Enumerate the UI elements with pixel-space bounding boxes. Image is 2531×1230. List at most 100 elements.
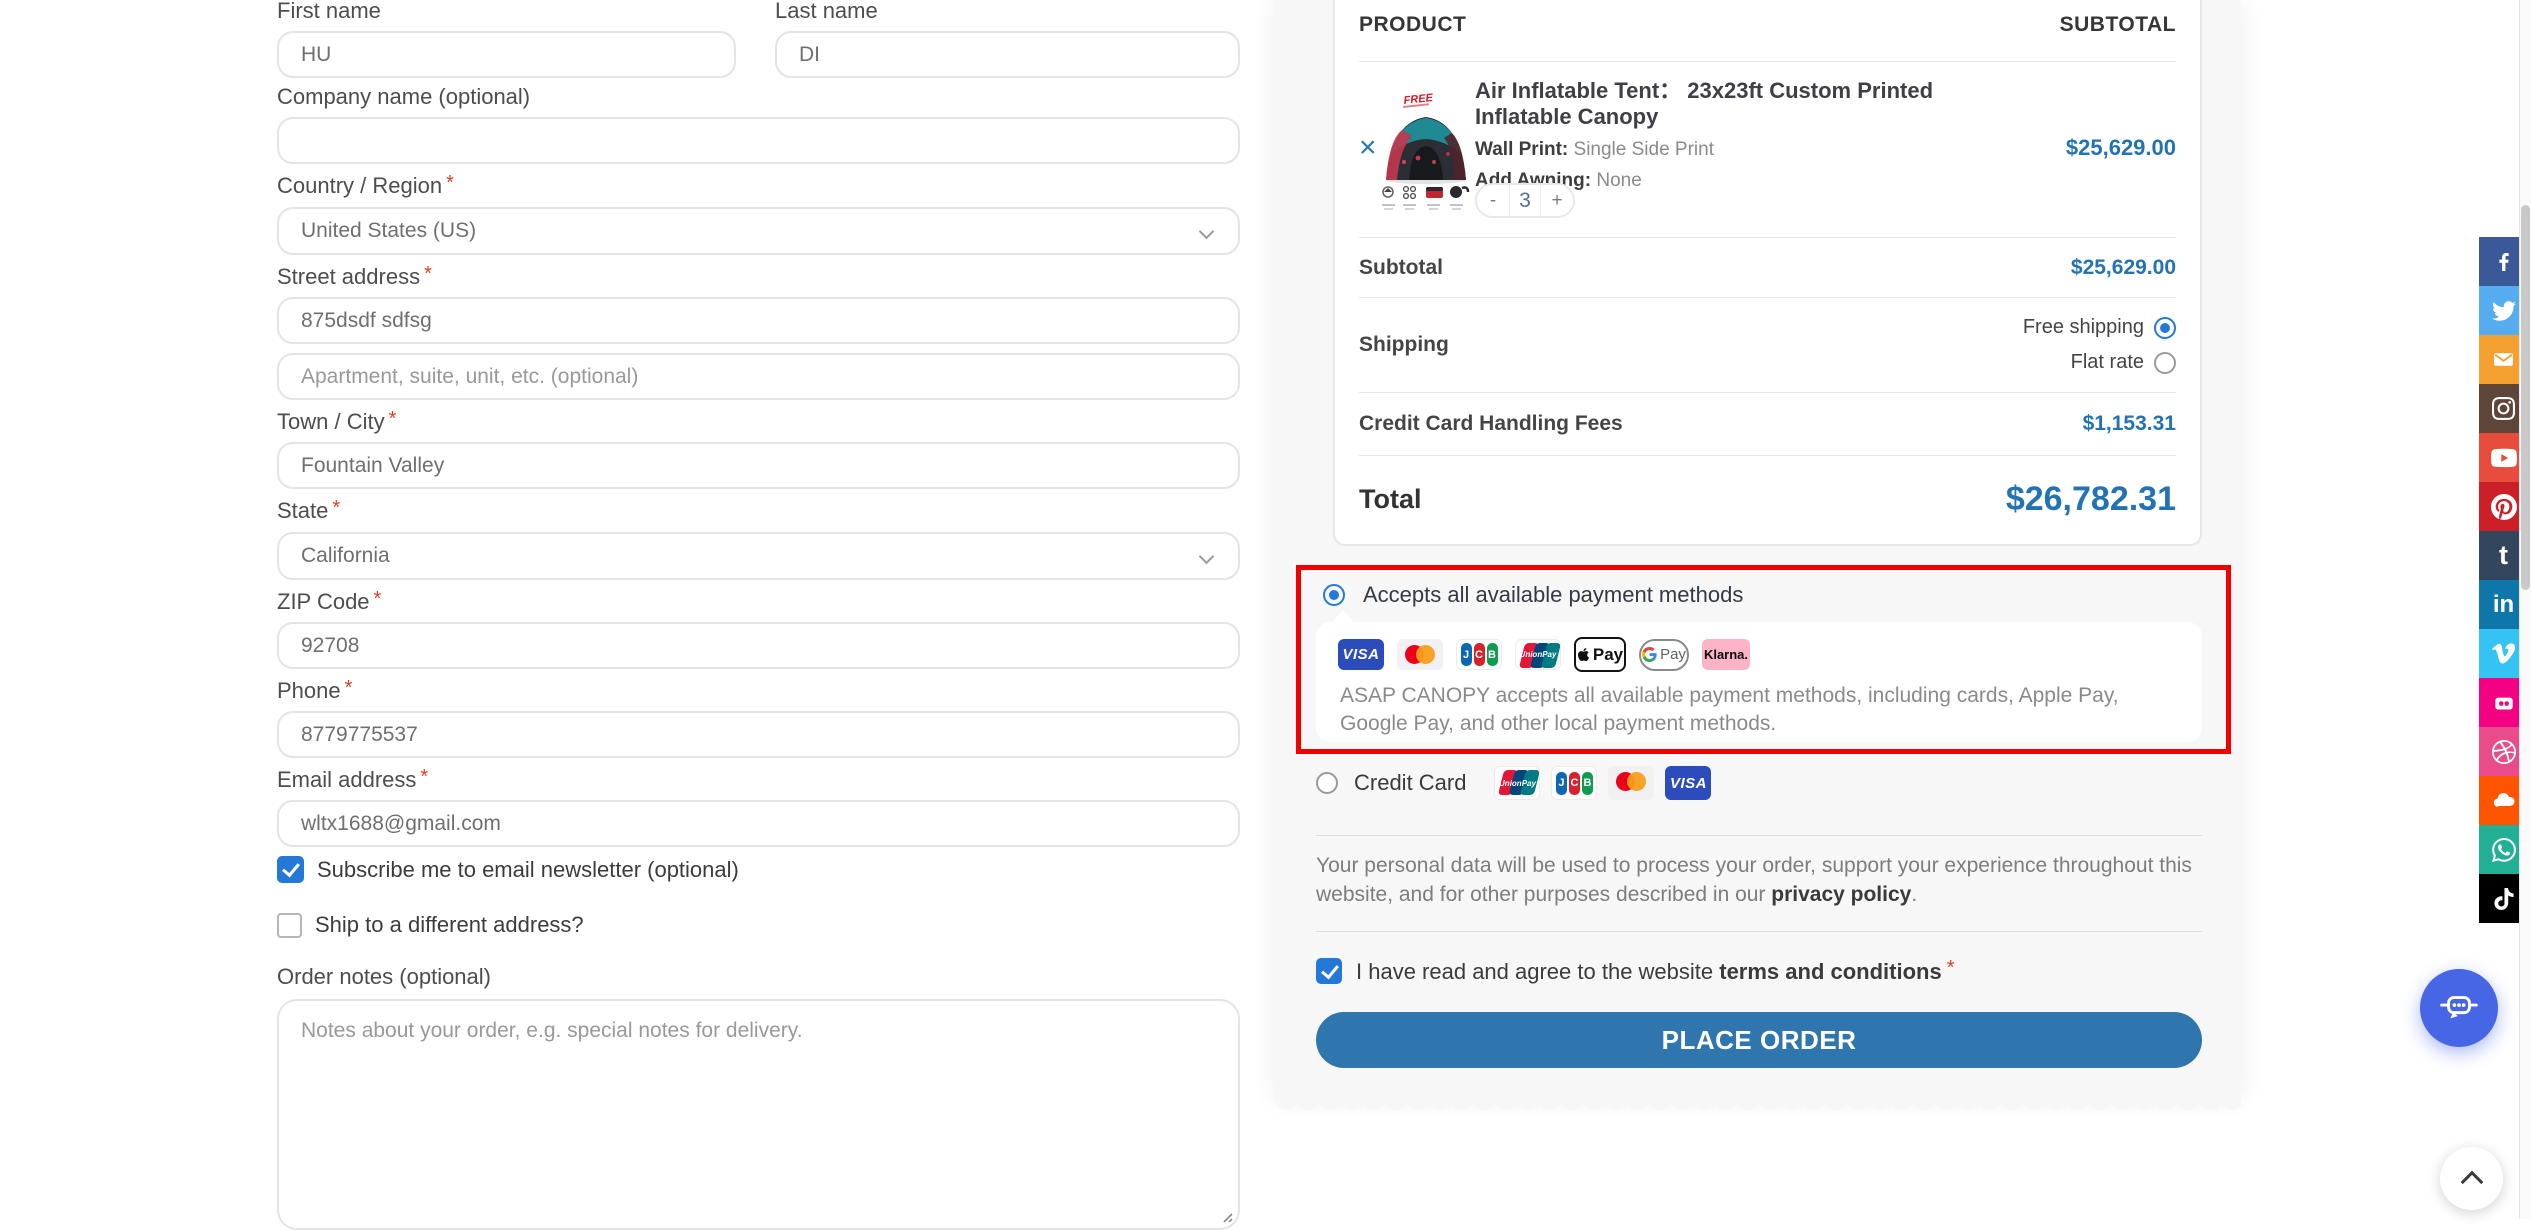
- street-label: Street address*: [277, 263, 1240, 288]
- visa-icon: VISA: [1338, 639, 1384, 670]
- total-value: $26,782.31: [2006, 480, 2176, 519]
- terms-and-conditions-link[interactable]: terms and conditions: [1719, 959, 1941, 984]
- chat-widget-button[interactable]: [2420, 969, 2498, 1047]
- order-review-table: PRODUCT SUBTOTAL × FREE: [1333, 0, 2202, 546]
- shipping-label: Shipping: [1359, 333, 1449, 357]
- quantity-increase-button[interactable]: +: [1541, 185, 1573, 216]
- all-payment-methods-radio[interactable]: [1323, 584, 1345, 606]
- subscribe-newsletter-row: Subscribe me to email newsletter (option…: [277, 856, 1240, 883]
- klarna-icon: Klarna.: [1702, 639, 1750, 670]
- order-notes-label: Order notes (optional): [277, 966, 1240, 988]
- divider: [1316, 931, 2202, 932]
- first-name-field[interactable]: [277, 31, 736, 78]
- order-review-card: PRODUCT SUBTOTAL × FREE: [1275, 0, 2241, 1100]
- included-accessory-icons: [1382, 186, 1468, 210]
- remove-item-button[interactable]: ×: [1359, 133, 1377, 163]
- google-pay-icon: Pay: [1639, 639, 1689, 671]
- credit-card-radio[interactable]: [1316, 772, 1338, 794]
- terms-checkbox[interactable]: [1316, 958, 1342, 984]
- terms-label: I have read and agree to the website ter…: [1356, 957, 1955, 985]
- jcb-icon: JCB: [1456, 639, 1502, 670]
- required-asterisk: *: [424, 263, 432, 285]
- product-column-header: PRODUCT: [1359, 13, 1466, 37]
- payment-brand-icons: VISA JCB UnionPay Pay: [1338, 637, 1750, 672]
- mastercard-icon: [1397, 639, 1443, 670]
- highlighted-payment-method-box: Accepts all available payment methods VI…: [1296, 565, 2231, 754]
- fees-label: Credit Card Handling Fees: [1359, 412, 1623, 436]
- total-label: Total: [1359, 484, 1422, 515]
- quantity-value[interactable]: 3: [1509, 185, 1541, 216]
- place-order-button[interactable]: PLACE ORDER: [1316, 1012, 2202, 1068]
- chevron-down-icon: [1199, 224, 1215, 240]
- city-label: Town / City*: [277, 408, 1240, 433]
- credit-card-brand-icons: UnionPay JCB VISA: [1494, 766, 1711, 800]
- terms-row: I have read and agree to the website ter…: [1316, 957, 1955, 985]
- all-payment-methods-label: Accepts all available payment methods: [1363, 582, 1743, 608]
- privacy-policy-link[interactable]: privacy policy: [1771, 883, 1911, 906]
- street-address-field[interactable]: [277, 297, 1240, 344]
- order-table-header: PRODUCT SUBTOTAL: [1359, 0, 2176, 62]
- phone-field[interactable]: [277, 711, 1240, 758]
- chat-robot-icon: [2437, 986, 2481, 1030]
- product-thumbnail[interactable]: FREE: [1380, 92, 1472, 214]
- email-label: Email address*: [277, 766, 1240, 791]
- cart-item-row: × FREE: [1359, 62, 2176, 238]
- subtotal-label: Subtotal: [1359, 256, 1443, 280]
- required-asterisk: *: [446, 172, 454, 194]
- country-select[interactable]: United States (US): [277, 207, 1240, 255]
- visa-icon: VISA: [1665, 766, 1711, 800]
- required-asterisk: *: [345, 677, 353, 699]
- required-asterisk: *: [389, 408, 397, 430]
- zip-label: ZIP Code*: [277, 588, 1240, 613]
- country-label: Country / Region*: [277, 172, 1240, 197]
- street-address2-field[interactable]: [277, 353, 1240, 400]
- privacy-notice: Your personal data will be used to proce…: [1316, 851, 2202, 909]
- required-asterisk: *: [374, 588, 382, 610]
- credit-card-option-row: Credit Card UnionPay JCB VISA: [1316, 766, 1711, 800]
- apple-pay-icon: Pay: [1574, 637, 1626, 672]
- free-shipping-radio[interactable]: [2154, 317, 2176, 339]
- email-field[interactable]: [277, 800, 1240, 847]
- last-name-field[interactable]: [775, 31, 1240, 78]
- company-field[interactable]: [277, 117, 1240, 164]
- scroll-to-top-button[interactable]: [2440, 1147, 2503, 1210]
- city-field[interactable]: [277, 442, 1240, 489]
- quantity-decrease-button[interactable]: -: [1477, 185, 1509, 216]
- unionpay-icon: UnionPay: [1494, 766, 1540, 800]
- state-select[interactable]: California: [277, 532, 1240, 580]
- company-label: Company name (optional): [277, 86, 1240, 108]
- shipping-option-flat[interactable]: Flat rate: [2071, 351, 2176, 374]
- order-notes-field[interactable]: [277, 999, 1240, 1230]
- first-name-label: First name: [277, 0, 736, 22]
- scrollbar-thumb[interactable]: [2521, 205, 2530, 590]
- required-asterisk: *: [420, 766, 428, 788]
- product-option-wall-print: Wall Print: Single Side Print: [1475, 139, 2035, 161]
- fees-value: $1,153.31: [2083, 412, 2176, 436]
- quantity-stepper: - 3 +: [1475, 183, 1575, 218]
- subtotal-row: Subtotal $25,629.00: [1359, 238, 2176, 298]
- payment-method-description-bubble: VISA JCB UnionPay Pay: [1316, 622, 2202, 742]
- zip-field[interactable]: [277, 622, 1240, 669]
- flat-rate-radio[interactable]: [2154, 352, 2176, 374]
- shipping-row: Shipping Free shipping Flat rate: [1359, 298, 2176, 393]
- divider: [1316, 835, 2202, 836]
- subtotal-column-header: SUBTOTAL: [2060, 13, 2176, 37]
- ship-different-label: Ship to a different address?: [315, 912, 584, 938]
- ship-different-row: Ship to a different address?: [277, 912, 1240, 938]
- unionpay-icon: UnionPay: [1515, 639, 1561, 670]
- ship-different-checkbox[interactable]: [277, 913, 302, 938]
- product-title[interactable]: Air Inflatable Tent： 23x23ft Custom Prin…: [1475, 78, 2035, 130]
- subscribe-newsletter-checkbox[interactable]: [277, 856, 304, 883]
- page-scrollbar[interactable]: [2519, 0, 2531, 1219]
- line-item-subtotal: $25,629.00: [2066, 135, 2176, 161]
- shipping-option-free[interactable]: Free shipping: [2023, 316, 2176, 339]
- billing-form: First name Last name Company name (optio…: [277, 0, 1240, 1230]
- chevron-down-icon: [1199, 549, 1215, 565]
- chevron-up-icon: [2460, 1170, 2483, 1193]
- subscribe-newsletter-label: Subscribe me to email newsletter (option…: [317, 857, 739, 883]
- mastercard-icon: [1608, 766, 1654, 800]
- resize-handle-icon[interactable]: [1218, 1208, 1234, 1224]
- fees-row: Credit Card Handling Fees $1,153.31: [1359, 393, 2176, 456]
- subtotal-value: $25,629.00: [2071, 256, 2176, 280]
- last-name-label: Last name: [775, 0, 1240, 22]
